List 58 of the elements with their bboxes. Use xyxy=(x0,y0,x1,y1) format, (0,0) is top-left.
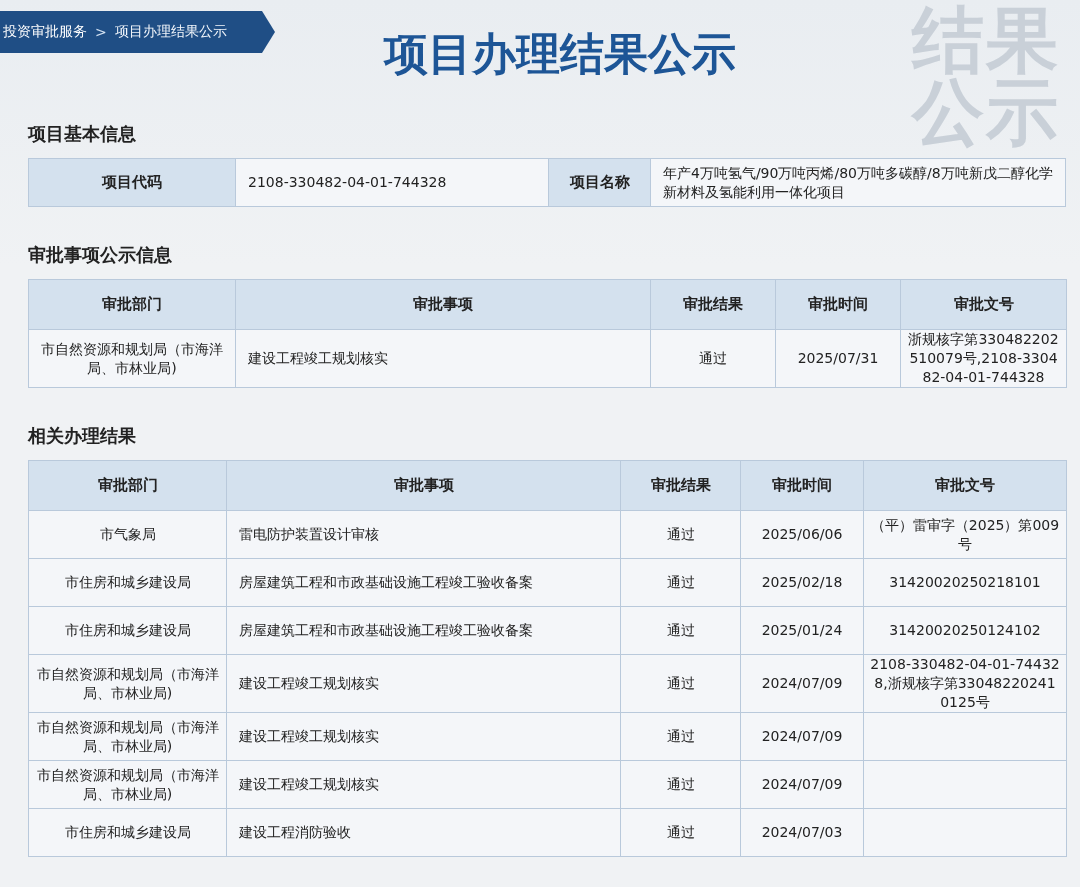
table-cell: 通过 xyxy=(699,350,727,366)
table-cell: 2025/02/18 xyxy=(761,574,843,590)
table-cell: 2025/07/31 xyxy=(797,350,879,366)
table-cell: 2024/07/03 xyxy=(761,824,843,840)
table-cell: 31420020250218101 xyxy=(889,574,1041,590)
table-cell: 市自然资源和规划局（市海洋局、市林业局) xyxy=(36,665,219,701)
table-cell: 2108-330482-04-01-744328,浙规核字第330482202410125号 xyxy=(870,656,1060,710)
table-cell: 2024/07/09 xyxy=(761,728,843,744)
table-cell: 市自然资源和规划局（市海洋局、市林业局) xyxy=(36,718,219,754)
field-label: 项目名称 xyxy=(548,158,651,207)
table-cell: 通过 xyxy=(666,622,695,638)
table-cell: 通过 xyxy=(666,574,695,590)
column-header: 审批时间 xyxy=(775,279,901,330)
table-cell: 市住房和城乡建设局 xyxy=(64,824,191,840)
table-cell: 2024/07/09 xyxy=(761,675,843,691)
column-header: 审批文号 xyxy=(900,279,1067,330)
section-heading: 项目基本信息 xyxy=(28,122,137,146)
column-header: 审批事项 xyxy=(235,279,651,330)
table-cell: 通过 xyxy=(666,728,695,744)
table-cell: 雷电防护装置设计审核 xyxy=(239,526,379,542)
column-header: 审批文号 xyxy=(863,460,1067,511)
column-header: 审批时间 xyxy=(740,460,864,511)
column-header: 审批部门 xyxy=(28,460,227,511)
table-cell: 房屋建筑工程和市政基础设施工程竣工验收备案 xyxy=(239,622,533,638)
field-label: 项目代码 xyxy=(28,158,236,207)
table-cell: 市住房和城乡建设局 xyxy=(64,622,191,638)
table-cell: 市住房和城乡建设局 xyxy=(64,574,191,590)
section-heading: 相关办理结果 xyxy=(28,424,137,448)
table-cell: 建设工程竣工规划核实 xyxy=(239,776,379,792)
field-value: 2108-330482-04-01-744328 xyxy=(235,158,549,207)
page-title: 项目办理结果公示 xyxy=(382,30,737,79)
breadcrumb-link[interactable]: 投资审批服务 xyxy=(3,23,87,41)
table-cell: 通过 xyxy=(666,526,695,542)
column-header: 审批结果 xyxy=(650,279,776,330)
table-cell: 建设工程竣工规划核实 xyxy=(239,728,379,744)
table-cell: 通过 xyxy=(666,824,695,840)
column-header: 审批事项 xyxy=(226,460,621,511)
breadcrumb-separator: > xyxy=(94,24,108,40)
section-heading: 审批事项公示信息 xyxy=(28,243,173,267)
table-cell: 建设工程消防验收 xyxy=(239,824,351,840)
table-cell: 2025/06/06 xyxy=(761,526,843,542)
table-cell: 通过 xyxy=(666,776,695,792)
table-cell: 市自然资源和规划局（市海洋局、市林业局) xyxy=(36,766,219,802)
table-cell: 市自然资源和规划局（市海洋局、市林业局) xyxy=(41,340,223,376)
table-cell: （平）雷审字（2025）第009号 xyxy=(870,516,1060,552)
table-cell: 2025/01/24 xyxy=(761,622,843,638)
table-cell: 建设工程竣工规划核实 xyxy=(248,350,388,366)
table-cell: 通过 xyxy=(666,675,695,691)
field-value: 年产4万吨氢气/90万吨丙烯/80万吨多碳醇/8万吨新戊二醇化学新材料及氢能利用一体化项目 xyxy=(650,158,1066,207)
table-cell: 浙规核字第330482202510079号,2108-330482-04-01-744328 xyxy=(908,331,1059,385)
column-header: 审批结果 xyxy=(620,460,741,511)
column-header: 审批部门 xyxy=(28,279,236,330)
breadcrumb-current: 项目办理结果公示 xyxy=(114,23,227,41)
table-cell: 房屋建筑工程和市政基础设施工程竣工验收备案 xyxy=(239,574,533,590)
table-cell: 2024/07/09 xyxy=(761,776,843,792)
table-cell: 31420020250124102 xyxy=(889,622,1041,638)
table-cell: 建设工程竣工规划核实 xyxy=(239,675,379,691)
table-cell: 市气象局 xyxy=(99,526,156,542)
